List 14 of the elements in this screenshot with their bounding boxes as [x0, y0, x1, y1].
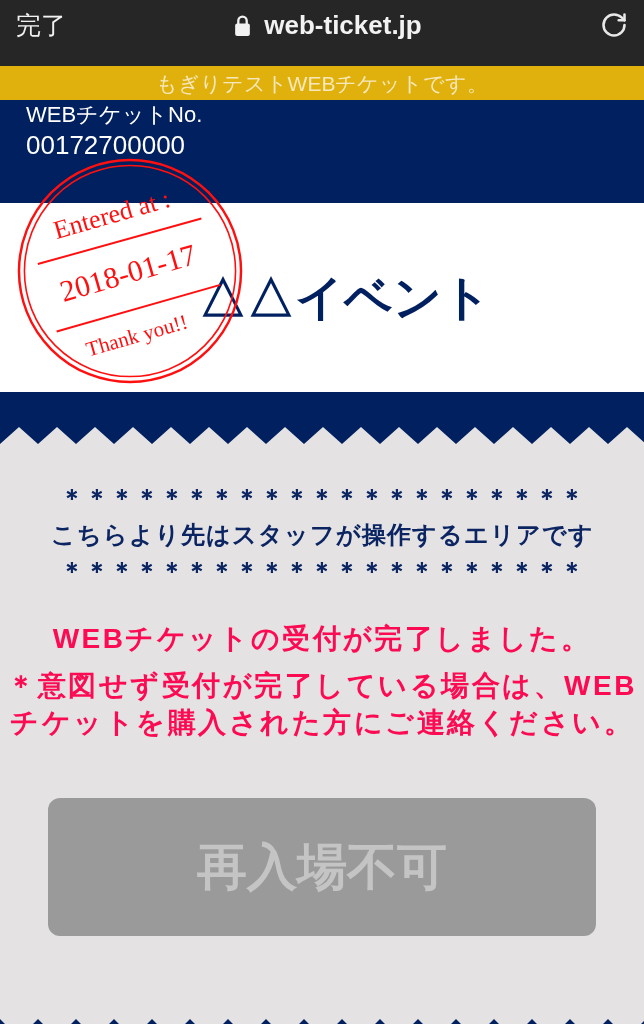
banner-text: もぎりテストWEBチケットです。: [155, 72, 489, 94]
ticket-number: 00172700000: [26, 130, 186, 160]
done-button[interactable]: 完了: [16, 12, 66, 38]
stamp-footer: Thank you!!: [83, 311, 191, 361]
status-message: WEBチケットの受付が完了しました。: [52, 621, 592, 656]
ticket-number-label: WEBチケットNo.: [26, 101, 203, 129]
url-text[interactable]: web-ticket.jp: [264, 12, 422, 38]
reload-icon[interactable]: [600, 11, 628, 39]
lock-icon: [234, 14, 252, 36]
contact-note: ＊意図せず受付が完了している場合は、WEBチケットを購入された方にご連絡ください。: [6, 668, 638, 740]
asterisk-line: ＊＊＊＊＊＊＊＊＊＊＊＊＊＊＊＊＊＊＊＊＊: [59, 483, 585, 513]
staff-area-notice: こちらより先はスタッフが操作するエリアです: [50, 519, 594, 550]
asterisk-line: ＊＊＊＊＊＊＊＊＊＊＊＊＊＊＊＊＊＊＊＊＊: [59, 556, 585, 586]
stamp-heading: Entered at :: [50, 186, 174, 244]
